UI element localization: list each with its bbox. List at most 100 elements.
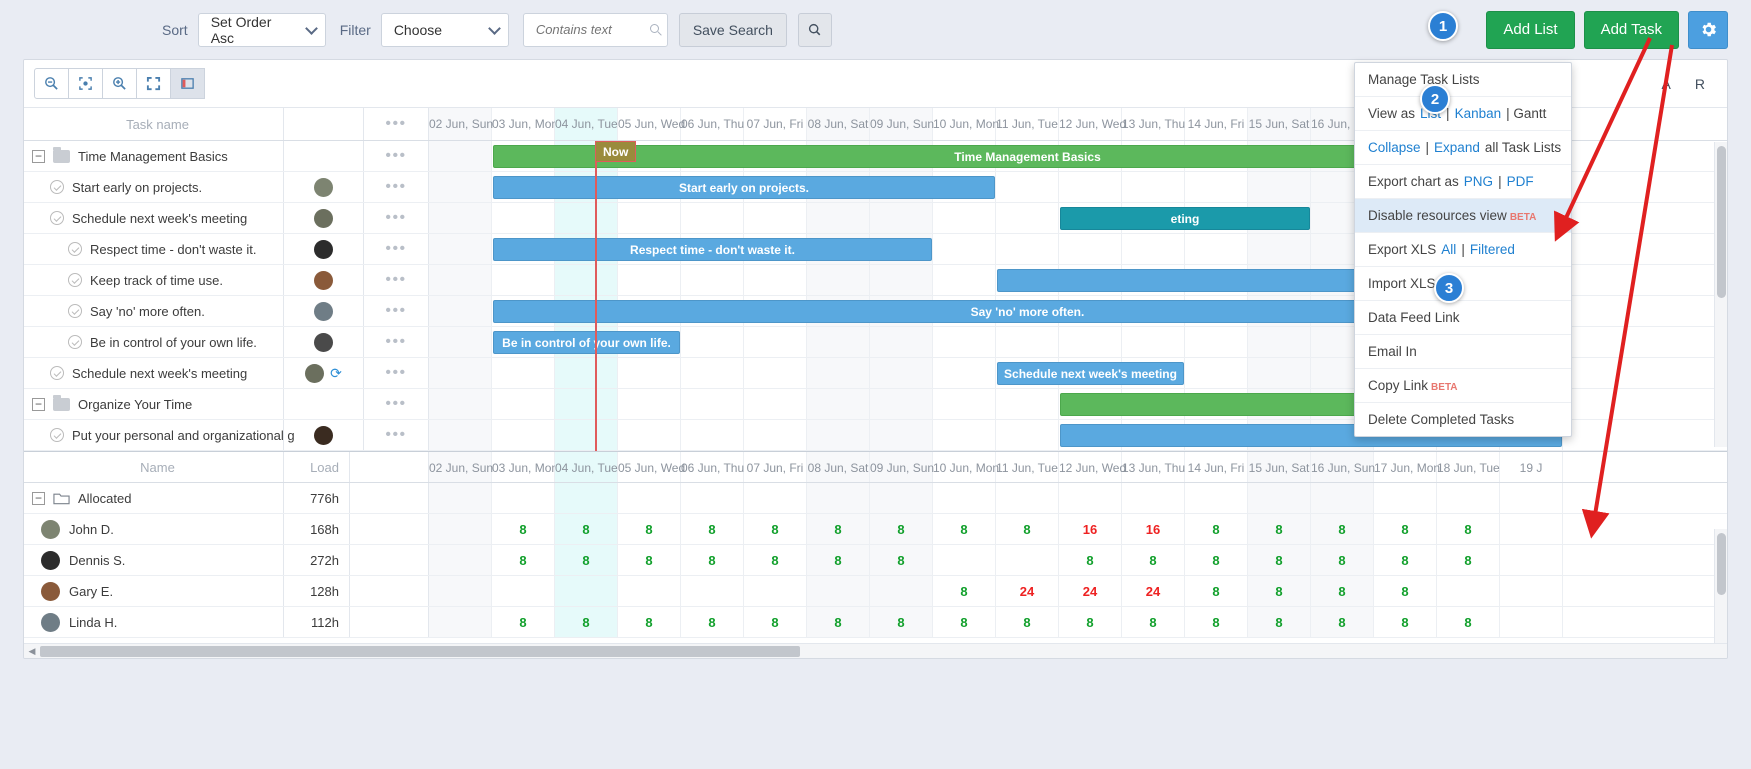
menu-item-part[interactable]: PNG xyxy=(1464,174,1493,189)
menu-item-part[interactable]: All xyxy=(1441,242,1456,257)
row-menu-icon[interactable]: ••• xyxy=(385,210,406,226)
resource-row[interactable]: Linda H. 112h 8 8 8 8 8 8 8 8 8 8 8 8 8 8 8 8 xyxy=(24,607,1727,638)
row-menu-icon[interactable]: ••• xyxy=(385,148,406,164)
gantt-bar[interactable]: Start early on projects. xyxy=(493,176,995,199)
row-menu-icon[interactable]: ••• xyxy=(385,427,406,443)
row-menu-cell[interactable]: ••• xyxy=(364,389,429,419)
resource-row[interactable]: John D. 168h 8 8 8 8 8 8 8 8 8 16 16 8 8 8 8 8 xyxy=(24,514,1727,545)
menu-item-collapse-expand[interactable]: Collapse | Expand all Task Lists xyxy=(1355,131,1571,165)
row-menu-cell[interactable]: ••• xyxy=(364,141,429,171)
avatar[interactable] xyxy=(41,612,60,632)
row-menu-cell[interactable]: ••• xyxy=(364,234,429,264)
menu-item-export-xls[interactable]: Export XLS All | Filtered xyxy=(1355,233,1571,267)
settings-gear-button[interactable] xyxy=(1688,10,1728,49)
fullscreen-icon[interactable] xyxy=(136,68,171,99)
avatar[interactable] xyxy=(314,301,333,321)
gantt-bar[interactable]: Schedule next week's meeting xyxy=(997,362,1184,385)
menu-item-part: Import XLS xyxy=(1368,276,1436,291)
complete-task-checkbox[interactable] xyxy=(68,304,82,318)
resources-vscroll-thumb[interactable] xyxy=(1717,533,1726,595)
menu-item-part[interactable]: Collapse xyxy=(1368,140,1421,155)
avatar[interactable] xyxy=(41,519,60,539)
menu-item-delete-completed-tasks[interactable]: Delete Completed Tasks xyxy=(1355,403,1571,436)
complete-task-checkbox[interactable] xyxy=(68,242,82,256)
gantt-bar[interactable]: eting xyxy=(1060,207,1310,230)
gantt-vscroll-thumb[interactable] xyxy=(1717,146,1726,298)
resource-row[interactable]: Dennis S. 272h 8 8 8 8 8 8 8 8 8 8 8 8 8 8 xyxy=(24,545,1727,576)
row-menu-cell[interactable]: ••• xyxy=(364,296,429,326)
row-menu-cell[interactable]: ••• xyxy=(364,327,429,357)
complete-task-checkbox[interactable] xyxy=(50,428,64,442)
row-menu-icon[interactable]: ••• xyxy=(385,241,406,257)
search-input-wrap[interactable] xyxy=(522,12,668,47)
row-menu-cell[interactable]: ••• xyxy=(364,203,429,233)
save-search-button[interactable]: Save Search xyxy=(678,12,787,47)
row-menu-cell[interactable]: ••• xyxy=(364,265,429,295)
timeline-day-cell xyxy=(807,420,870,450)
menu-item-view-as[interactable]: View asList|Kanban| Gantt xyxy=(1355,97,1571,131)
menu-item-manage-task-lists[interactable]: Manage Task Lists xyxy=(1355,63,1571,97)
avatar[interactable] xyxy=(305,363,325,383)
row-menu-icon[interactable]: ••• xyxy=(385,272,406,288)
row-menu-icon[interactable]: ••• xyxy=(385,116,406,132)
zoom-in-icon[interactable] xyxy=(102,68,137,99)
menu-item-part[interactable]: PDF xyxy=(1507,174,1534,189)
day-header-label: 07 Jun, Fri xyxy=(746,461,804,475)
avatar[interactable] xyxy=(41,581,60,601)
letter-r-button[interactable]: R xyxy=(1683,76,1717,92)
complete-task-checkbox[interactable] xyxy=(68,273,82,287)
menu-item-part[interactable]: Filtered xyxy=(1470,242,1515,257)
avatar[interactable] xyxy=(314,425,333,445)
horizontal-scrollbar[interactable]: ◀ xyxy=(24,643,1727,658)
complete-task-checkbox[interactable] xyxy=(50,180,64,194)
row-menu-cell[interactable]: ••• xyxy=(364,172,429,202)
search-button[interactable] xyxy=(797,12,832,47)
avatar[interactable] xyxy=(314,208,333,228)
collapse-toggle[interactable]: − xyxy=(32,397,45,411)
row-menu-cell[interactable]: ••• xyxy=(364,420,429,450)
menu-item-data-feed-link[interactable]: Data Feed Link xyxy=(1355,301,1571,335)
avatar[interactable] xyxy=(314,239,333,259)
row-menu-icon[interactable]: ••• xyxy=(385,365,406,381)
avatar[interactable] xyxy=(41,550,60,570)
menu-item-copy-link[interactable]: Copy Link BETA xyxy=(1355,369,1571,403)
resource-load-cell xyxy=(681,576,744,606)
search-input[interactable] xyxy=(533,21,641,38)
zoom-out-icon[interactable] xyxy=(34,68,69,99)
resources-vscrollbar[interactable] xyxy=(1714,529,1727,651)
add-list-button[interactable]: Add List xyxy=(1486,10,1575,49)
row-menu-icon[interactable]: ••• xyxy=(385,334,406,350)
hscroll-thumb[interactable] xyxy=(40,645,800,657)
row-menu-icon[interactable]: ••• xyxy=(385,396,406,412)
resource-load-number: 8 xyxy=(1023,521,1031,537)
collapse-toggle[interactable]: − xyxy=(32,491,45,505)
complete-task-checkbox[interactable] xyxy=(50,366,64,380)
menu-item-email-in[interactable]: Email In xyxy=(1355,335,1571,369)
resource-row[interactable]: Gary E. 128h 8 24 24 24 8 8 8 8 xyxy=(24,576,1727,607)
complete-task-checkbox[interactable] xyxy=(68,335,82,349)
collapse-toggle[interactable]: − xyxy=(32,149,45,163)
complete-task-checkbox[interactable] xyxy=(50,211,64,225)
avatar[interactable] xyxy=(314,270,333,290)
gantt-vscrollbar[interactable] xyxy=(1714,142,1727,447)
toggle-panel-icon[interactable] xyxy=(170,68,205,99)
letter-a-button[interactable]: A xyxy=(1650,76,1683,92)
gantt-bar[interactable]: Respect time - don't waste it. xyxy=(493,238,932,261)
menu-item-export-chart[interactable]: Export chart as PNG | PDF xyxy=(1355,165,1571,199)
row-menu-cell[interactable]: ••• xyxy=(364,358,429,388)
menu-item-part[interactable]: Expand xyxy=(1434,140,1480,155)
gantt-bar[interactable]: Be in control of your own life. xyxy=(493,331,680,354)
filter-select[interactable]: Choose xyxy=(380,12,509,47)
avatar[interactable] xyxy=(314,177,333,197)
row-menu-icon[interactable]: ••• xyxy=(385,179,406,195)
menu-item-disable-resources-view[interactable]: Disable resources view BETA xyxy=(1355,199,1571,233)
menu-item-part[interactable]: Kanban xyxy=(1455,106,1502,121)
row-menu-icon[interactable]: ••• xyxy=(385,303,406,319)
fit-selection-icon[interactable] xyxy=(68,68,103,99)
sort-select[interactable]: Set Order Asc xyxy=(197,12,326,47)
resource-row[interactable]: − Allocated 776h xyxy=(24,483,1727,514)
add-task-button[interactable]: Add Task xyxy=(1583,10,1679,49)
avatar[interactable] xyxy=(314,332,333,352)
day-header-label: 13 Jun, Thu xyxy=(1122,117,1186,131)
scroll-left-arrow-icon[interactable]: ◀ xyxy=(24,646,40,657)
